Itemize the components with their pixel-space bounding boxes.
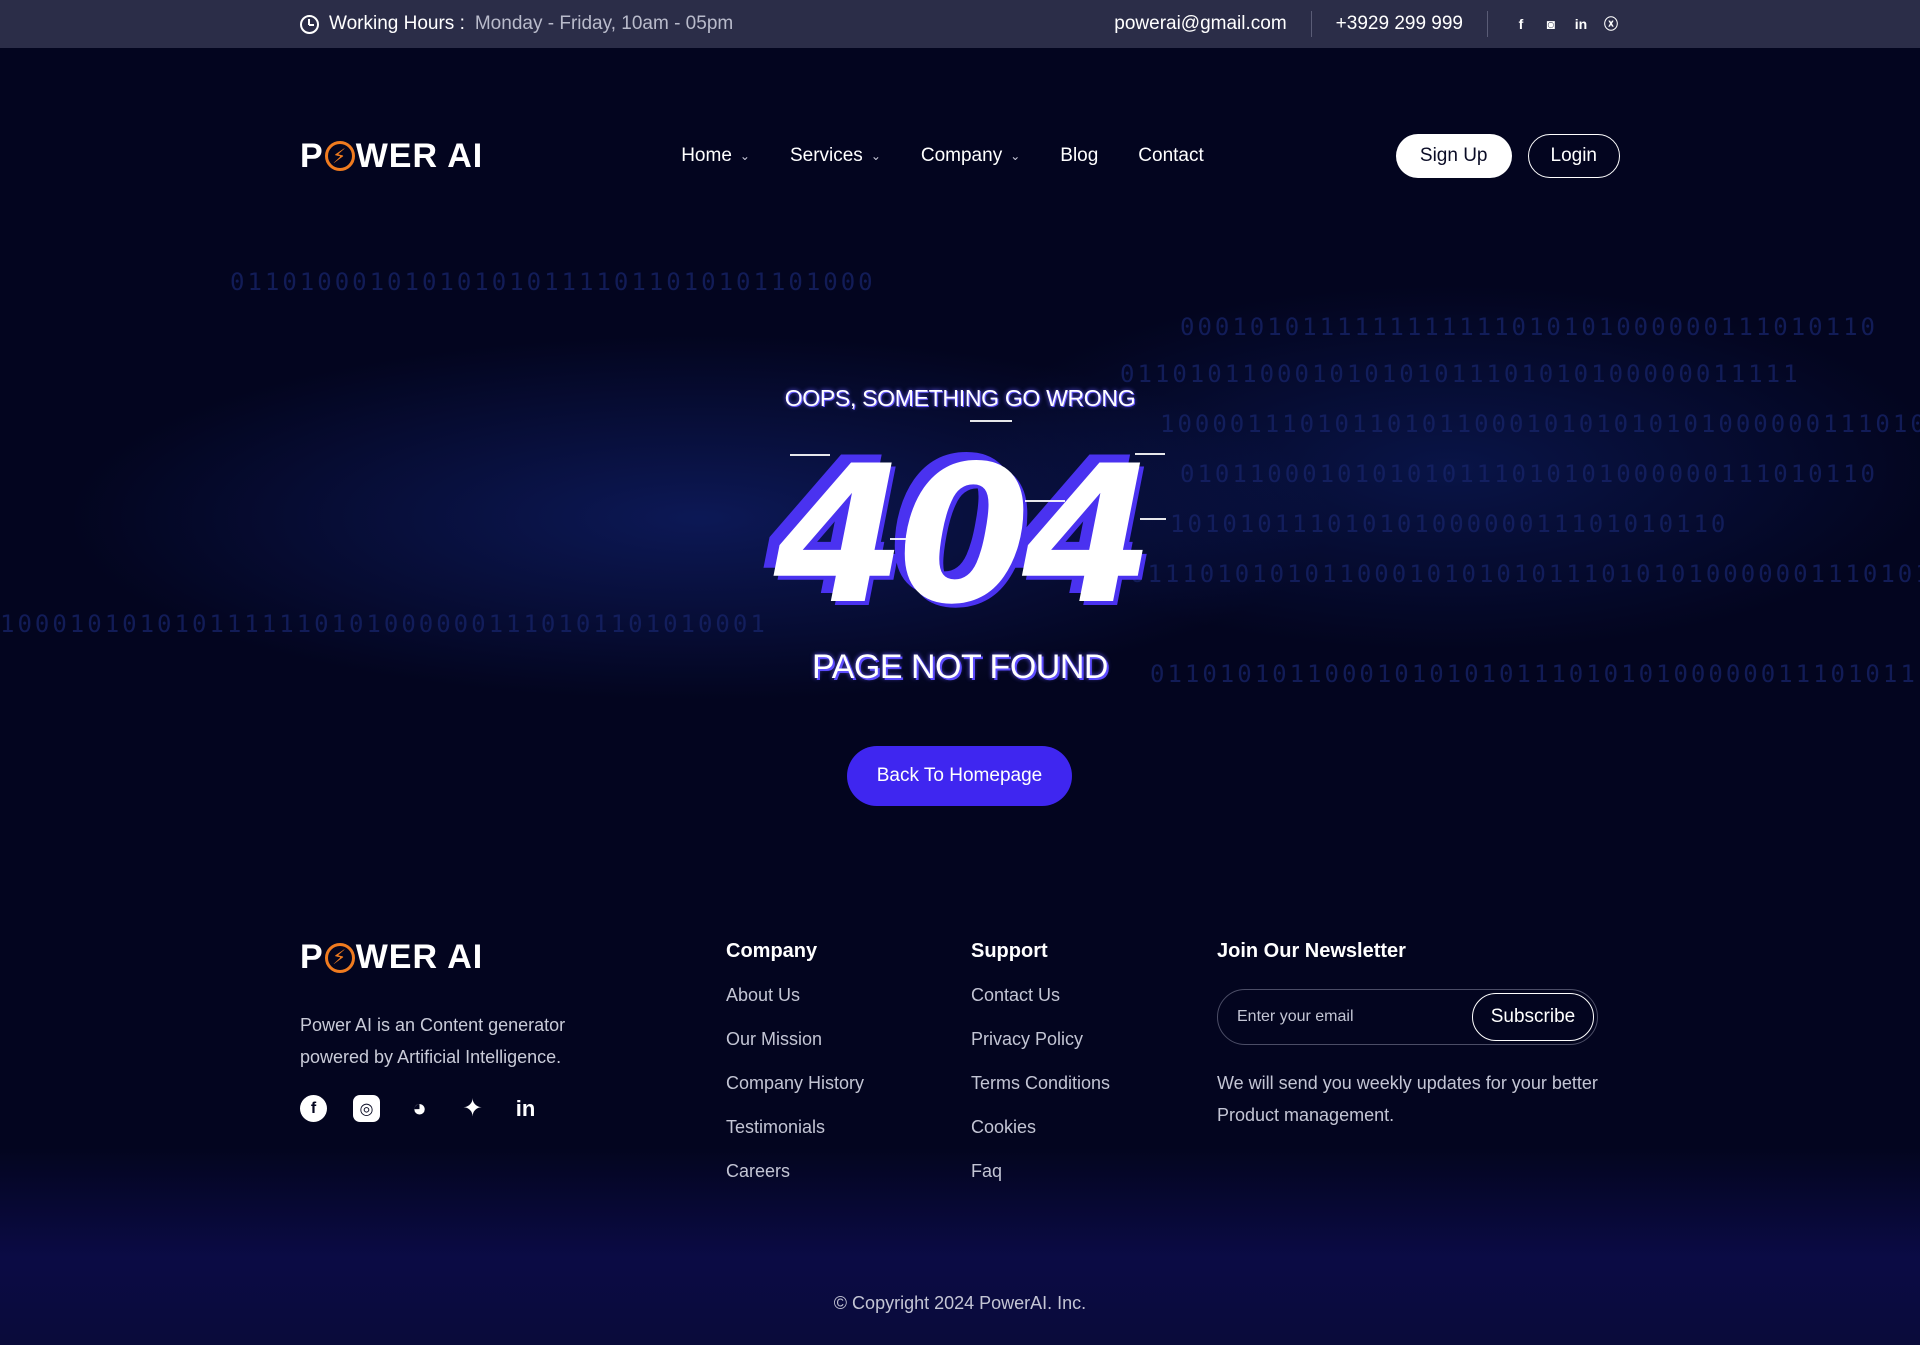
signup-button[interactable]: Sign Up bbox=[1395, 134, 1512, 178]
glitch-line bbox=[1140, 518, 1166, 520]
bolt-icon: ⚡ bbox=[324, 942, 355, 973]
footer-link[interactable]: About Us bbox=[726, 985, 864, 1029]
linkedin-icon[interactable]: in bbox=[1572, 15, 1590, 33]
footer-support-column: Support Contact Us Privacy Policy Terms … bbox=[971, 940, 1110, 1205]
footer-link[interactable]: Testimonials bbox=[726, 1117, 864, 1161]
subscribe-button[interactable]: Subscribe bbox=[1472, 993, 1594, 1041]
nav-item-contact[interactable]: Contact bbox=[1138, 145, 1203, 167]
copyright: © Copyright 2024 PowerAI. Inc. bbox=[833, 1293, 1087, 1313]
facebook-icon[interactable]: f bbox=[300, 1095, 327, 1122]
glitch-line bbox=[1025, 500, 1065, 502]
binary-decoration: 011010110001010101011101010100000011111 bbox=[1120, 360, 1801, 388]
footer-support-title: Support bbox=[971, 940, 1048, 962]
x-icon[interactable]: ⓧ bbox=[1602, 15, 1620, 33]
login-button[interactable]: Login bbox=[1527, 134, 1620, 178]
nav-label: Blog bbox=[1060, 145, 1099, 166]
footer-link[interactable]: Cookies bbox=[971, 1117, 1110, 1161]
divider bbox=[1310, 11, 1312, 37]
working-hours-label: Working Hours : bbox=[329, 13, 465, 34]
chevron-down-icon: ⌄ bbox=[870, 149, 881, 163]
nav-item-home[interactable]: Home ⌄ bbox=[681, 145, 750, 167]
nav-label: Company bbox=[920, 145, 1003, 166]
instagram-icon[interactable]: ◎ bbox=[353, 1095, 380, 1122]
footer-company-title: Company bbox=[726, 940, 818, 962]
nav-label: Services bbox=[789, 145, 863, 166]
nav-label: Contact bbox=[1138, 145, 1204, 166]
contact-phone[interactable]: +3929 299 999 bbox=[1336, 13, 1463, 35]
topbar-socials: f ◙ in ⓧ bbox=[1512, 15, 1620, 33]
glitch-line bbox=[845, 553, 885, 555]
binary-decoration: 0001010111111111111010101000000111010110 bbox=[1180, 313, 1878, 341]
working-hours-value: Monday - Friday, 10am - 05pm bbox=[474, 13, 734, 34]
newsletter-title: Join Our Newsletter bbox=[1217, 940, 1406, 962]
working-hours: Working Hours : Monday - Friday, 10am - … bbox=[300, 13, 733, 35]
newsletter-note: We will send you weekly updates for your… bbox=[1217, 1073, 1598, 1125]
chevron-down-icon: ⌄ bbox=[739, 149, 750, 163]
binary-decoration: 1000011101011010110001010101010100000011… bbox=[1160, 410, 1920, 438]
footer-link[interactable]: Our Mission bbox=[726, 1029, 864, 1073]
chevron-down-icon: ⌄ bbox=[1010, 149, 1021, 163]
footer-company-column: Company About Us Our Mission Company His… bbox=[726, 940, 864, 1205]
logo-text: WER AI bbox=[355, 938, 484, 976]
newsletter: Join Our Newsletter Subscribe We will se… bbox=[1217, 940, 1602, 1131]
nav-item-services[interactable]: Services ⌄ bbox=[790, 145, 881, 167]
nav-item-company[interactable]: Company ⌄ bbox=[921, 145, 1020, 167]
discord-icon[interactable]: ◕ bbox=[406, 1095, 433, 1122]
footer-link[interactable]: Careers bbox=[726, 1161, 864, 1205]
auth-buttons: Sign Up Login bbox=[1395, 134, 1620, 178]
email-input[interactable] bbox=[1237, 1008, 1467, 1026]
binary-decoration: 0110100010101010101111011010101101000 bbox=[230, 268, 876, 296]
logo-text: P bbox=[300, 136, 324, 175]
back-to-homepage-button[interactable]: Back To Homepage bbox=[847, 746, 1072, 806]
logo-text: WER AI bbox=[355, 136, 484, 175]
top-bar: Working Hours : Monday - Friday, 10am - … bbox=[0, 0, 1920, 48]
footer-about: P ⚡ WER AI Power AI is an Content generato… bbox=[300, 938, 600, 1122]
error-message: PAGE NOT FOUND bbox=[812, 648, 1108, 686]
glitch-line bbox=[970, 420, 1012, 422]
footer-link[interactable]: Company History bbox=[726, 1073, 864, 1117]
footer-link[interactable]: Terms Conditions bbox=[971, 1073, 1110, 1117]
footer-socials: f ◎ ◕ ✦ in bbox=[300, 1095, 600, 1122]
logo[interactable]: P ⚡ WER AI bbox=[300, 137, 483, 176]
nav-menu: Home ⌄ Services ⌄ Company ⌄ Blog Contact bbox=[681, 145, 1204, 167]
footer-link[interactable]: Contact Us bbox=[971, 985, 1110, 1029]
clock-icon bbox=[300, 14, 319, 34]
hero-section: 0001010111111111111010101000000111010110… bbox=[0, 48, 1920, 908]
glitch-line bbox=[790, 454, 830, 456]
footer: P ⚡ WER AI Power AI is an Content generato… bbox=[0, 908, 1920, 1345]
divider bbox=[1487, 11, 1488, 37]
linkedin-icon[interactable]: in bbox=[512, 1095, 539, 1122]
glitch-line bbox=[1135, 453, 1165, 455]
main-nav: P ⚡ WER AI Home ⌄ Services ⌄ Company ⌄ Blog C… bbox=[300, 134, 1620, 178]
instagram-icon[interactable]: ◙ bbox=[1542, 15, 1560, 33]
footer-description: Power AI is an Content generator powered… bbox=[300, 1015, 566, 1067]
error-subtitle: OOPS, SOMETHING GO WRONG bbox=[784, 385, 1136, 411]
footer-logo[interactable]: P ⚡ WER AI bbox=[300, 938, 600, 977]
glitch-line bbox=[890, 538, 920, 540]
nav-label: Home bbox=[681, 145, 732, 166]
logo-text: P bbox=[300, 938, 324, 976]
footer-link[interactable]: Privacy Policy bbox=[971, 1029, 1110, 1073]
contact-email[interactable]: powerai@gmail.com bbox=[1114, 13, 1286, 35]
error-code: 404 bbox=[773, 425, 1155, 646]
footer-link[interactable]: Faq bbox=[971, 1161, 1110, 1205]
facebook-icon[interactable]: f bbox=[1512, 15, 1530, 33]
bolt-icon: ⚡ bbox=[324, 141, 355, 171]
nav-item-blog[interactable]: Blog bbox=[1060, 145, 1098, 167]
twitter-icon[interactable]: ✦ bbox=[459, 1095, 486, 1122]
newsletter-form: Subscribe bbox=[1217, 989, 1598, 1045]
